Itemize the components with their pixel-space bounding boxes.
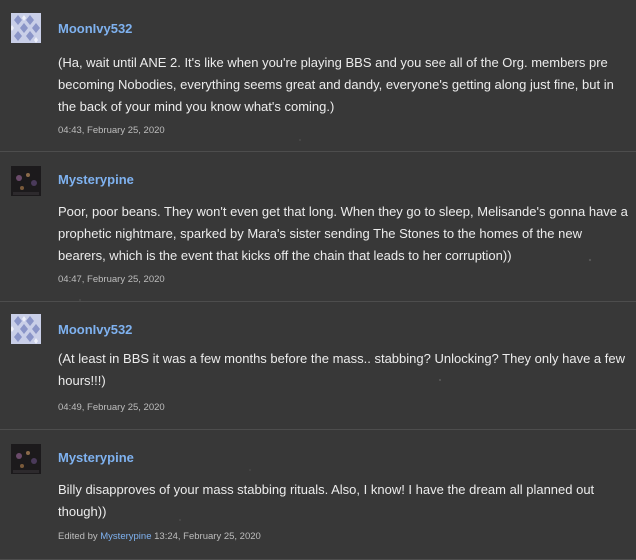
dark-photo-avatar-icon[interactable] — [11, 444, 41, 474]
comment-body: Poor, poor beans. They won't even get th… — [58, 204, 628, 263]
comment-item: MoonIvy532 (Ha, wait until ANE 2. It's l… — [0, 0, 636, 152]
comment-item: Mysterypine Poor, poor beans. They won't… — [0, 152, 636, 302]
comment-author-link[interactable]: MoonIvy532 — [58, 21, 132, 36]
dark-photo-avatar-icon[interactable] — [11, 166, 41, 196]
editor-link[interactable]: Mysterypine — [100, 531, 151, 542]
diamond-pattern-avatar-icon[interactable] — [11, 314, 41, 344]
comment-feed: MoonIvy532 (Ha, wait until ANE 2. It's l… — [0, 0, 636, 560]
edited-by-label: Edited by — [58, 531, 98, 542]
comment-timestamp: 13:24, February 25, 2020 — [154, 531, 261, 542]
comment-body: (Ha, wait until ANE 2. It's like when yo… — [58, 55, 614, 114]
comment-body: (At least in BBS it was a few months bef… — [58, 351, 625, 388]
comment-timestamp: 04:43, February 25, 2020 — [58, 125, 165, 136]
comment-item: MoonIvy532 (At least in BBS it was a few… — [0, 302, 636, 430]
comment-edit-info: Edited by Mysterypine 13:24, February 25… — [58, 531, 261, 542]
comment-timestamp: 04:47, February 25, 2020 — [58, 274, 165, 285]
comment-author-link[interactable]: MoonIvy532 — [58, 322, 132, 337]
comment-item: Mysterypine Billy disapproves of your ma… — [0, 430, 636, 560]
comment-author-link[interactable]: Mysterypine — [58, 450, 134, 465]
comment-body: Billy disapproves of your mass stabbing … — [58, 482, 595, 519]
comment-author-link[interactable]: Mysterypine — [58, 172, 134, 187]
diamond-pattern-avatar-icon[interactable] — [11, 13, 41, 43]
comment-timestamp: 04:49, February 25, 2020 — [58, 402, 165, 413]
